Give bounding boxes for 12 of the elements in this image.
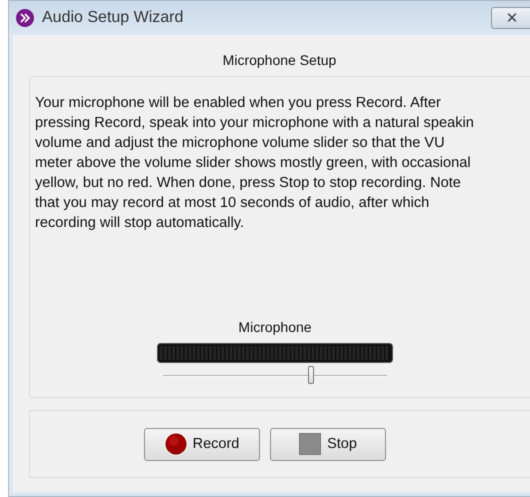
section-title: Microphone Setup (222, 51, 338, 70)
volume-slider[interactable] (163, 365, 387, 387)
record-icon (164, 433, 187, 455)
stop-icon (299, 433, 322, 455)
instructions-text: Your microphone will be enabled when you press Record. After pressing Record, speak into your microphone with a natural speakin volume and adjust the microphone volume slider so that the VU meter above the volume slider shows mostly green, with occasional yellow, but no red. When done, press Stop to stop recording. Note that you may record at most 10 seconds of audio, after which recording will stop automatically. (34, 94, 475, 233)
slider-thumb[interactable] (308, 366, 314, 384)
window-title: Audio Setup Wizard (42, 9, 184, 27)
app-logo-icon (16, 9, 34, 27)
close-button[interactable]: ✕ (491, 7, 530, 29)
record-button[interactable]: Record (144, 428, 260, 460)
microphone-label: Microphone (238, 319, 312, 335)
stop-button[interactable]: Stop (270, 428, 386, 460)
